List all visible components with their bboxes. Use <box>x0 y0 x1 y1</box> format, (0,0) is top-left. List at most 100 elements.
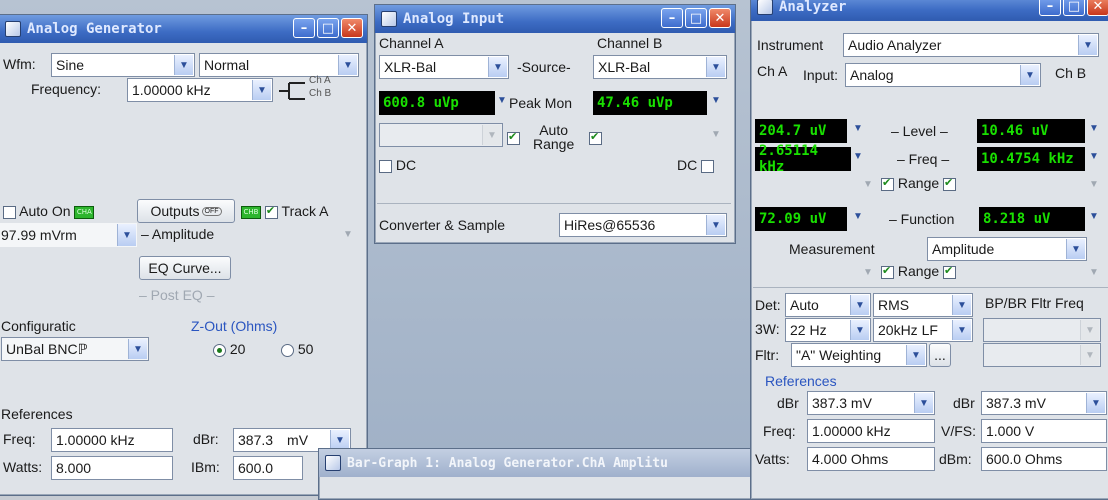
chevron-down-icon[interactable]: ▼ <box>1020 65 1039 85</box>
bw-high-select[interactable]: 20kHz LF ▼ <box>873 318 973 342</box>
z-out-50-dot[interactable] <box>281 343 294 357</box>
chevron-down-icon[interactable]: ▼ <box>338 55 357 75</box>
bar-graph-titlebar[interactable]: Bar-Graph 1: Analog Generator.ChA Amplit… <box>319 449 759 477</box>
vfs-input[interactable]: 1.000 V <box>981 419 1107 443</box>
level-a-meter: 204.7 uV <box>755 119 847 143</box>
z-out-20-radio[interactable]: 20 <box>213 341 245 357</box>
outputs-button[interactable]: Outputs OFF <box>137 199 235 223</box>
peak-a-dropdown[interactable]: ▼ <box>497 95 507 106</box>
dc-a-checkbox[interactable]: DC <box>379 157 416 173</box>
chevron-down-icon[interactable]: ▼ <box>952 320 971 340</box>
freq-ref-input[interactable]: 1.00000 kHz <box>51 428 173 452</box>
freq-b-dropdown[interactable]: ▼ <box>1089 151 1099 162</box>
frequency-input[interactable]: 1.00000 kHz ▼ <box>127 78 273 102</box>
chevron-down-icon[interactable]: ▼ <box>850 320 869 340</box>
mode-select[interactable]: Normal ▼ <box>199 53 359 77</box>
dc-a-check[interactable] <box>379 159 392 173</box>
converter-select[interactable]: HiRes@65536 ▼ <box>559 213 727 237</box>
minimize-icon[interactable]: – <box>1039 0 1061 16</box>
configuration-select[interactable]: UnBal BNCℙ ▼ <box>1 337 149 361</box>
chevron-down-icon[interactable]: ▼ <box>914 393 933 413</box>
minimize-icon[interactable]: – <box>661 8 683 28</box>
range-2-a-check[interactable] <box>881 264 894 279</box>
det-select[interactable]: Auto ▼ <box>785 293 871 317</box>
range-2-b-check[interactable] <box>943 264 957 279</box>
waveform-select[interactable]: Sine ▼ <box>51 53 195 77</box>
amplitude-value: 97.99 mVrm <box>1 227 77 243</box>
chevron-down-icon[interactable]: ▼ <box>174 55 193 75</box>
channel-a-source-select[interactable]: XLR-Bal ▼ <box>379 55 509 79</box>
track-a-check[interactable] <box>264 204 278 219</box>
maximize-icon[interactable]: □ <box>685 8 707 28</box>
dc-b-check[interactable] <box>701 159 715 173</box>
level-a-dropdown[interactable]: ▼ <box>853 123 863 134</box>
det-label: Det: <box>755 297 781 313</box>
chevron-down-icon[interactable]: ▼ <box>1086 393 1105 413</box>
chevron-down-icon[interactable]: ▼ <box>1066 239 1085 259</box>
range-1-checkbox[interactable]: Range <box>881 175 957 191</box>
dbr-b-input[interactable]: 387.3 mV ▼ <box>981 391 1107 415</box>
maximize-icon[interactable]: □ <box>317 18 339 38</box>
watts-input[interactable]: 8.000 <box>51 456 173 480</box>
range-2-checkbox[interactable]: Range <box>881 263 957 279</box>
channel-b-label: Channel B <box>597 35 663 51</box>
amplitude-input[interactable]: 97.99 mVrm ▼ <box>0 223 137 247</box>
chevron-down-icon[interactable]: ▼ <box>117 224 136 246</box>
filter-select[interactable]: "A" Weighting ▼ <box>791 343 927 367</box>
z-out-50-radio[interactable]: 50 <box>281 341 313 357</box>
analyzer-titlebar[interactable]: Analyzer – □ ✕ <box>751 0 1108 21</box>
dbm-input[interactable]: 600.0 Ohms <box>981 447 1107 471</box>
watts-label: Vatts: <box>755 451 790 467</box>
channel-b-source-select[interactable]: XLR-Bal ▼ <box>593 55 727 79</box>
bw-low-select[interactable]: 22 Hz ▼ <box>785 318 871 342</box>
auto-on-checkbox[interactable]: Auto On CHA <box>3 203 95 219</box>
chevron-down-icon[interactable]: ▼ <box>706 57 725 77</box>
app-icon <box>5 21 21 37</box>
generator-titlebar[interactable]: Analog Generator – □ ✕ <box>0 15 367 43</box>
chevron-down-icon[interactable]: ▼ <box>488 57 507 77</box>
filter-more-button[interactable]: ... <box>929 343 951 367</box>
dbm-input[interactable]: 600.0 <box>233 456 303 480</box>
auto-range-a-check[interactable] <box>507 130 520 145</box>
maximize-icon[interactable]: □ <box>1063 0 1085 16</box>
chevron-down-icon[interactable]: ▼ <box>1078 35 1097 55</box>
input-titlebar[interactable]: Analog Input – □ ✕ <box>375 5 735 33</box>
chevron-down-icon[interactable]: ▼ <box>850 295 869 315</box>
auto-range-b-checkbox[interactable] <box>589 129 602 145</box>
close-icon[interactable]: ✕ <box>709 8 731 28</box>
freq-ref-input[interactable]: 1.00000 kHz <box>807 419 935 443</box>
freq-a-dropdown[interactable]: ▼ <box>853 151 863 162</box>
range-1-b-check[interactable] <box>943 176 957 191</box>
chevron-down-icon[interactable]: ▼ <box>330 430 349 450</box>
peak-b-dropdown[interactable]: ▼ <box>711 95 721 106</box>
measurement-select[interactable]: Amplitude ▼ <box>927 237 1087 261</box>
eq-curve-button[interactable]: EQ Curve... <box>139 256 231 280</box>
rms-select[interactable]: RMS ▼ <box>873 293 973 317</box>
track-a-checkbox[interactable]: CHB Track A <box>241 203 328 219</box>
function-b-dropdown[interactable]: ▼ <box>1089 211 1099 222</box>
watts-input[interactable]: 4.000 Ohms <box>807 447 935 471</box>
range-1-a-check[interactable] <box>881 176 894 191</box>
eq-curve-label: EQ Curve... <box>148 260 222 276</box>
chevron-down-icon[interactable]: ▼ <box>252 80 271 100</box>
input-select[interactable]: Analog ▼ <box>845 63 1041 87</box>
function-a-dropdown[interactable]: ▼ <box>853 211 863 222</box>
auto-range-b-check[interactable] <box>589 130 602 145</box>
auto-range-a-checkbox[interactable] <box>507 129 520 145</box>
bp-br-select: ▼ <box>983 318 1101 342</box>
dbr-a-input[interactable]: 387.3 mV ▼ <box>807 391 935 415</box>
close-icon[interactable]: ✕ <box>341 18 363 38</box>
auto-on-check[interactable] <box>3 205 16 219</box>
chevron-down-icon[interactable]: ▼ <box>906 345 925 365</box>
level-b-dropdown[interactable]: ▼ <box>1089 123 1099 134</box>
dc-b-checkbox[interactable]: DC <box>677 157 715 173</box>
chevron-down-icon[interactable]: ▼ <box>128 339 147 359</box>
instrument-select[interactable]: Audio Analyzer ▼ <box>843 33 1099 57</box>
z-out-20-dot[interactable] <box>213 343 226 357</box>
chevron-down-icon[interactable]: ▼ <box>952 295 971 315</box>
minimize-icon[interactable]: – <box>293 18 315 38</box>
chevron-down-icon[interactable]: ▼ <box>706 215 725 235</box>
analog-generator-window: Analog Generator – □ ✕ Wfm: Sine ▼ Norma… <box>0 14 368 496</box>
close-icon[interactable]: ✕ <box>1087 0 1108 16</box>
ch-b-label: Ch B <box>309 88 332 99</box>
